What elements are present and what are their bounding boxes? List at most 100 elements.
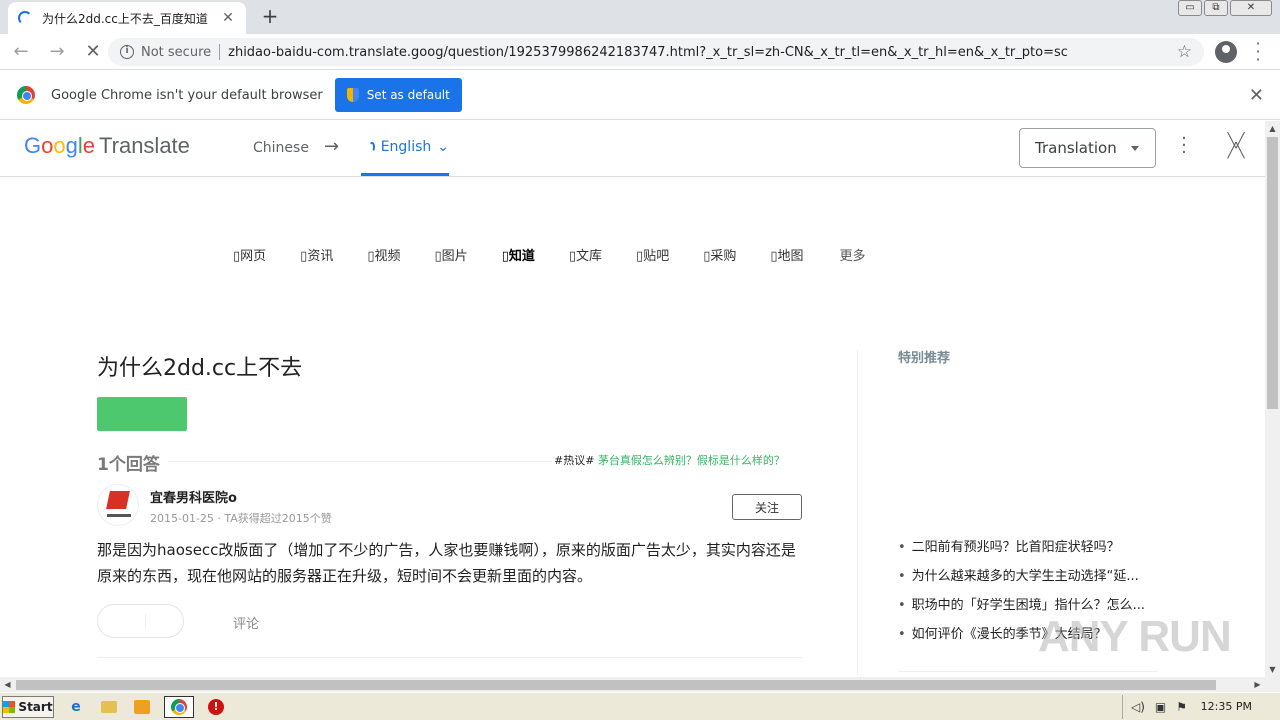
comment-link[interactable]: 评论: [233, 613, 259, 632]
chrome-menu-icon[interactable]: · · ·: [1252, 36, 1264, 68]
ie-icon[interactable]: e: [65, 696, 87, 718]
horizontal-scrollbar[interactable]: ◀ ▶: [0, 677, 1280, 692]
loading-spinner-icon: [18, 11, 32, 25]
logo-suffix: Translate: [99, 133, 190, 158]
recommendation-item[interactable]: 为什么越来越多的大学生主动选择“延...: [898, 565, 1139, 584]
translation-mode-select[interactable]: Translation: [1019, 128, 1156, 168]
nav-item-label: 地图: [777, 249, 804, 264]
url-text[interactable]: zhidao-baidu-com.translate.goog/question…: [228, 45, 1108, 60]
logo-letter: g: [65, 133, 78, 158]
avatar[interactable]: [97, 484, 139, 526]
follow-button[interactable]: 关注: [732, 494, 802, 520]
nav-item-tieba[interactable]: ▯贴吧: [636, 245, 686, 264]
logo-letter: o: [41, 133, 54, 158]
arrow-right-icon: →: [324, 136, 340, 157]
default-browser-infobar: Google Chrome isn't your default browser…: [0, 71, 1280, 120]
baidu-nav: ▯网页 ▯资讯 ▯视频 ▯图片 ▯知道 ▯文库 ▯贴吧 ▯采购 ▯地图 更多: [233, 245, 883, 264]
dropdown-caret-icon: [1131, 146, 1139, 151]
divider: [898, 671, 1158, 672]
hot-topic[interactable]: #热议# 茅台真假怎么辨别？假标是什么样的？: [554, 452, 785, 468]
more-options-icon[interactable]: · · ·: [1180, 130, 1188, 162]
answers-count: 1个回答: [97, 455, 160, 475]
profile-avatar-icon[interactable]: [1215, 41, 1237, 63]
omnibox-separator: [219, 44, 221, 60]
scroll-up-icon[interactable]: ▲: [1265, 121, 1280, 136]
infobar-message: Google Chrome isn't your default browser: [51, 87, 323, 103]
new-tab-button[interactable]: +: [258, 4, 282, 28]
start-button[interactable]: Start: [2, 695, 54, 718]
nav-item-label: 采购: [710, 249, 737, 264]
folder-icon[interactable]: [98, 696, 120, 718]
set-as-default-label: Set as default: [366, 88, 450, 102]
info-icon[interactable]: i: [120, 45, 134, 59]
flag-icon[interactable]: ⚑: [1176, 700, 1187, 714]
nav-item-images[interactable]: ▯图片: [435, 245, 485, 264]
hot-tag: #热议#: [554, 454, 595, 467]
start-label: Start: [18, 699, 53, 714]
collapse-icon[interactable]: ╲╱ ╱╲: [1227, 134, 1245, 158]
target-language-tab[interactable]: English ⌄: [361, 121, 449, 176]
stop-loading-button[interactable]: ✕: [78, 37, 108, 67]
nav-item-news[interactable]: ▯资讯: [300, 245, 350, 264]
nav-item-purchase[interactable]: ▯采购: [703, 245, 753, 264]
tab-close-icon[interactable]: ✕: [220, 10, 236, 26]
scroll-left-icon[interactable]: ◀: [0, 677, 15, 692]
question-title: 为什么2dd.cc上不去: [97, 356, 303, 381]
nav-item-label: 贴吧: [643, 249, 670, 264]
nav-item-map[interactable]: ▯地图: [770, 245, 820, 264]
restore-button[interactable]: ⧉: [1204, 0, 1228, 16]
scrollbar-thumb[interactable]: [1267, 137, 1278, 409]
nav-item-label: 知道: [508, 249, 535, 264]
sidebar-divider: [857, 350, 858, 675]
hot-topic-link[interactable]: 茅台真假怎么辨别？假标是什么样的？: [598, 454, 785, 467]
shield-icon: [346, 88, 359, 102]
answer-button[interactable]: [97, 397, 187, 431]
media-player-icon[interactable]: [131, 696, 153, 718]
translation-mode-value: Translation: [1035, 139, 1117, 157]
logo-letter: o: [53, 133, 66, 158]
nav-item-label: 文库: [576, 249, 603, 264]
tab-strip: 为什么2dd.cc上不去_百度知道 ✕ + ▭ ⧉ ✕: [0, 0, 1280, 34]
nav-item-zhidao[interactable]: ▯知道: [502, 245, 552, 264]
target-language-label: English: [380, 139, 432, 155]
back-button[interactable]: ←: [6, 37, 36, 67]
vertical-scrollbar[interactable]: ▲ ▼: [1265, 121, 1280, 677]
like-dislike-toggle[interactable]: [97, 604, 184, 638]
scroll-down-icon[interactable]: ▼: [1265, 662, 1280, 677]
windows-taskbar: Start e ! ◁) ▣ ⚑ 12:35 PM: [0, 692, 1280, 720]
recommendation-item[interactable]: 职场中的「好学生困境」指什么？怎么...: [898, 594, 1145, 613]
answer-text: 那是因为haosecc改版面了（增加了不少的广告，人家也要赚钱啊），原来的版面广…: [97, 541, 796, 585]
browser-tab[interactable]: 为什么2dd.cc上不去_百度知道 ✕: [8, 2, 246, 34]
nav-item-wenku[interactable]: ▯文库: [569, 245, 619, 264]
scroll-right-icon[interactable]: ▶: [1250, 677, 1265, 692]
scrollbar-thumb[interactable]: [16, 680, 1216, 690]
nav-item-more[interactable]: 更多: [840, 245, 866, 264]
divider: [168, 461, 552, 462]
tab-title: 为什么2dd.cc上不去_百度知道: [42, 11, 208, 26]
volume-icon[interactable]: ◁): [1131, 700, 1145, 714]
sidebar-title: 特别推荐: [898, 351, 951, 366]
chrome-taskbar-icon[interactable]: [164, 695, 194, 718]
window-close-button[interactable]: ✕: [1230, 0, 1272, 16]
nav-item-label: 视频: [374, 249, 401, 264]
google-translate-logo[interactable]: Google Translate: [24, 133, 190, 159]
bookmark-star-icon[interactable]: ☆: [1177, 42, 1192, 62]
forward-button[interactable]: →: [42, 37, 72, 67]
source-language-tab[interactable]: Chinese: [253, 140, 309, 156]
stop-icon[interactable]: !: [205, 696, 227, 718]
set-as-default-button[interactable]: Set as default: [334, 78, 462, 112]
minimize-button[interactable]: ▭: [1178, 0, 1202, 16]
address-bar[interactable]: i Not secure zhidao-baidu-com.translate.…: [108, 38, 1204, 66]
author-name[interactable]: 宜春男科医院o: [150, 487, 237, 506]
not-secure-label[interactable]: Not secure: [141, 45, 211, 60]
network-icon[interactable]: ▣: [1155, 700, 1166, 714]
nav-item-label: 网页: [240, 249, 267, 264]
google-translate-bar: Google Translate Chinese → English ⌄ Tran…: [0, 121, 1265, 177]
infobar-close-icon[interactable]: ✕: [1249, 85, 1264, 106]
nav-item-web[interactable]: ▯网页: [233, 245, 283, 264]
nav-item-video[interactable]: ▯视频: [367, 245, 417, 264]
recommendation-item[interactable]: 二阳前有预兆吗？比首阳症状轻吗？: [898, 536, 1120, 555]
windows-logo-icon: [3, 700, 16, 713]
nav-item-label: 图片: [441, 249, 468, 264]
window-controls: ▭ ⧉ ✕: [1178, 0, 1272, 18]
